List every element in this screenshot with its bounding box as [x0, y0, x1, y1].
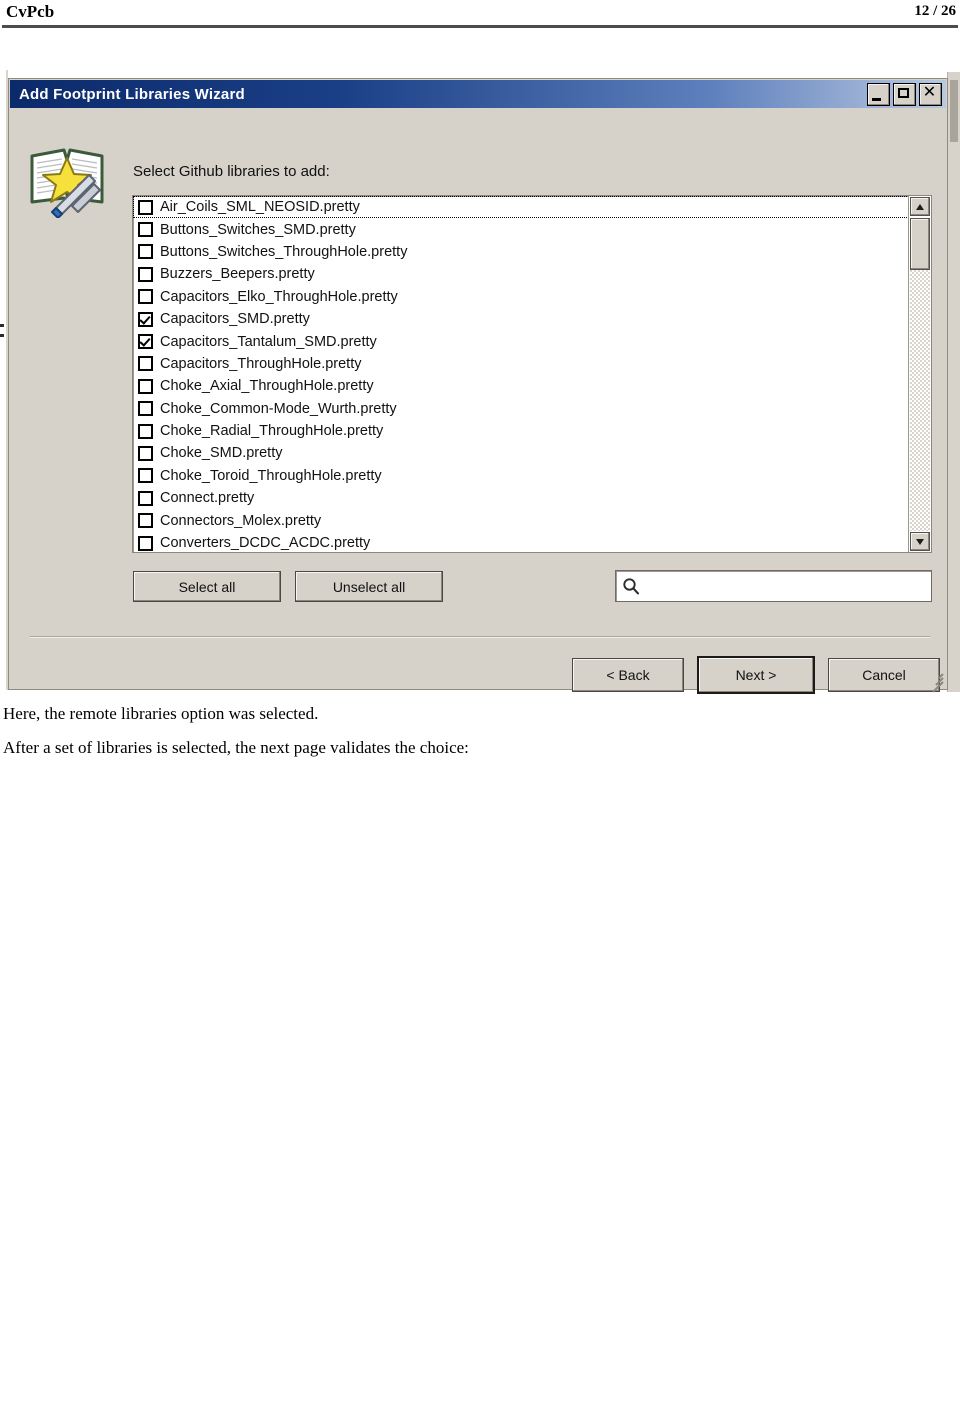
library-list-item[interactable]: Buttons_Switches_ThroughHole.pretty [133, 241, 909, 263]
select-libraries-label: Select Github libraries to add: [133, 163, 330, 180]
library-checkbox[interactable] [138, 334, 153, 350]
dialog-titlebar[interactable]: Add Footprint Libraries Wizard ✕ [10, 80, 946, 108]
library-checkbox[interactable] [138, 535, 153, 551]
library-checkbox[interactable] [138, 289, 153, 305]
select-all-button[interactable]: Select all [133, 571, 281, 602]
search-field[interactable] [615, 570, 932, 602]
library-name: Connectors_Molex.pretty [160, 512, 322, 529]
library-list-item[interactable]: Connectors_Molex.pretty [133, 509, 909, 531]
caption-paragraph-1: Here, the remote libraries option was se… [3, 704, 319, 723]
library-checkbox[interactable] [138, 445, 153, 461]
library-name: Buzzers_Beepers.pretty [160, 266, 315, 283]
library-checkbox[interactable] [138, 199, 153, 215]
library-checkbox[interactable] [138, 423, 153, 439]
search-icon [622, 577, 640, 595]
unselect-all-button[interactable]: Unselect all [295, 571, 443, 602]
library-checkbox[interactable] [138, 468, 153, 484]
page-number: 12 / 26 [914, 3, 956, 19]
scroll-down-button[interactable] [910, 532, 930, 551]
library-checkbox[interactable] [138, 356, 153, 372]
library-list-item[interactable]: Buzzers_Beepers.pretty [133, 263, 909, 285]
library-name: Connect.pretty [160, 490, 255, 507]
library-list-item[interactable]: Capacitors_ThroughHole.pretty [133, 353, 909, 375]
wizard-book-wand-icon [26, 136, 108, 219]
page-header-title: CvPcb [6, 2, 55, 21]
library-name: Buttons_Switches_SMD.pretty [160, 221, 356, 238]
scroll-up-button[interactable] [910, 197, 930, 216]
scroll-down-arrow-icon [916, 539, 924, 545]
back-button[interactable]: < Back [572, 658, 684, 692]
library-list-item[interactable]: Buttons_Switches_SMD.pretty [133, 218, 909, 240]
library-list-item[interactable]: Choke_SMD.pretty [133, 442, 909, 464]
library-name: Capacitors_SMD.pretty [160, 311, 310, 328]
minimize-icon [872, 98, 881, 101]
library-checkbox[interactable] [138, 401, 153, 417]
maximize-button[interactable] [893, 83, 916, 106]
library-name: Choke_Common-Mode_Wurth.pretty [160, 400, 397, 417]
library-name: Choke_Radial_ThroughHole.pretty [160, 423, 384, 440]
library-list-item[interactable]: Choke_Common-Mode_Wurth.pretty [133, 398, 909, 420]
library-checkbox[interactable] [138, 490, 153, 506]
library-list-item[interactable]: Choke_Toroid_ThroughHole.pretty [133, 465, 909, 487]
library-list-item[interactable]: Capacitors_Elko_ThroughHole.pretty [133, 286, 909, 308]
caption-paragraph-2: After a set of libraries is selected, th… [3, 738, 469, 757]
library-checkbox[interactable] [138, 378, 153, 394]
library-name: Capacitors_ThroughHole.pretty [160, 355, 362, 372]
library-list-item[interactable]: Capacitors_Tantalum_SMD.pretty [133, 330, 909, 352]
library-name: Choke_Toroid_ThroughHole.pretty [160, 467, 382, 484]
dialog-title: Add Footprint Libraries Wizard [19, 85, 245, 103]
resize-grip-icon[interactable] [927, 670, 944, 693]
titlebar-button-group: ✕ [867, 83, 942, 106]
library-list: Air_Coils_SML_NEOSID.pretty Buttons_Switc… [133, 196, 909, 552]
maximize-icon [898, 88, 909, 98]
library-checkbox[interactable] [138, 311, 153, 327]
dialog-body: Select Github libraries to add: Air_Coil… [10, 108, 946, 694]
close-button[interactable]: ✕ [919, 83, 942, 106]
listbox-scrollbar[interactable] [908, 196, 931, 552]
add-footprint-libraries-wizard-dialog: Add Footprint Libraries Wizard ✕ Select … [8, 78, 948, 694]
library-list-item[interactable]: Connect.pretty [133, 487, 909, 509]
footer-divider [30, 636, 930, 638]
library-list-item[interactable]: Choke_Radial_ThroughHole.pretty [133, 420, 909, 442]
library-name: Choke_SMD.pretty [160, 445, 283, 462]
library-name: Capacitors_Tantalum_SMD.pretty [160, 333, 377, 350]
scroll-up-arrow-icon [916, 204, 924, 210]
background-scrollbar-thumb [950, 80, 958, 142]
library-name: Capacitors_Elko_ThroughHole.pretty [160, 288, 398, 305]
next-button[interactable]: Next > [697, 656, 815, 694]
library-checkbox[interactable] [138, 266, 153, 282]
search-input[interactable] [644, 578, 914, 594]
library-name: Buttons_Switches_ThroughHole.pretty [160, 243, 408, 260]
cancel-button[interactable]: Cancel [828, 658, 940, 692]
minimize-button[interactable] [867, 83, 890, 106]
library-checkbox[interactable] [138, 513, 153, 529]
library-list-item[interactable]: Converters_DCDC_ACDC.pretty [133, 532, 909, 552]
close-icon: ✕ [922, 84, 937, 101]
background-scrollbar [947, 72, 960, 692]
library-checkbox[interactable] [138, 222, 153, 238]
scrollbar-thumb[interactable] [910, 218, 930, 270]
library-list-item[interactable]: Capacitors_SMD.pretty [133, 308, 909, 330]
background-clipped-glyph [0, 322, 5, 342]
library-list-item[interactable]: Air_Coils_SML_NEOSID.pretty [133, 196, 909, 219]
scrollbar-track[interactable] [910, 270, 930, 531]
library-name: Converters_DCDC_ACDC.pretty [160, 535, 371, 552]
header-divider [2, 25, 958, 28]
library-name: Air_Coils_SML_NEOSID.pretty [160, 199, 360, 216]
github-libraries-listbox[interactable]: Air_Coils_SML_NEOSID.pretty Buttons_Switc… [132, 195, 932, 553]
page-header: CvPcb 12 / 26 [0, 0, 960, 30]
library-name: Choke_Axial_ThroughHole.pretty [160, 378, 374, 395]
library-checkbox[interactable] [138, 244, 153, 260]
library-list-item[interactable]: Choke_Axial_ThroughHole.pretty [133, 375, 909, 397]
